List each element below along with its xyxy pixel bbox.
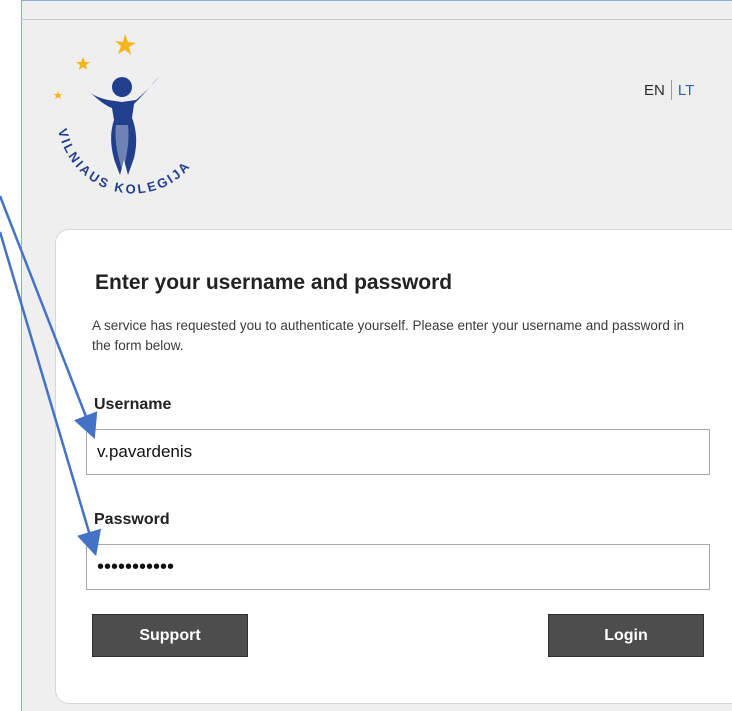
header-divider	[21, 19, 732, 20]
login-heading: Enter your username and password	[95, 271, 453, 294]
username-input[interactable]	[86, 429, 710, 475]
language-switcher: EN LT	[644, 80, 694, 100]
language-lt-link[interactable]: LT	[678, 82, 694, 99]
star-small-icon	[76, 57, 90, 70]
login-button[interactable]: Login	[548, 614, 704, 657]
logo-icon: VILNIAUS KOLEGIJA	[54, 34, 191, 197]
vilniaus-kolegija-logo: VILNIAUS KOLEGIJA	[48, 30, 218, 205]
language-separator	[670, 80, 672, 100]
login-description: A service has requested you to authentic…	[92, 318, 685, 353]
figure-head	[112, 77, 132, 97]
language-en[interactable]: EN	[644, 82, 665, 99]
support-button[interactable]: Support	[92, 614, 248, 657]
password-label: Password	[94, 511, 170, 528]
password-input[interactable]	[86, 544, 710, 590]
login-page: VILNIAUS KOLEGIJA EN LT Enter your usern…	[0, 0, 732, 711]
star-large-icon	[115, 34, 136, 55]
star-tiny-icon	[54, 91, 62, 99]
username-label: Username	[94, 396, 172, 413]
